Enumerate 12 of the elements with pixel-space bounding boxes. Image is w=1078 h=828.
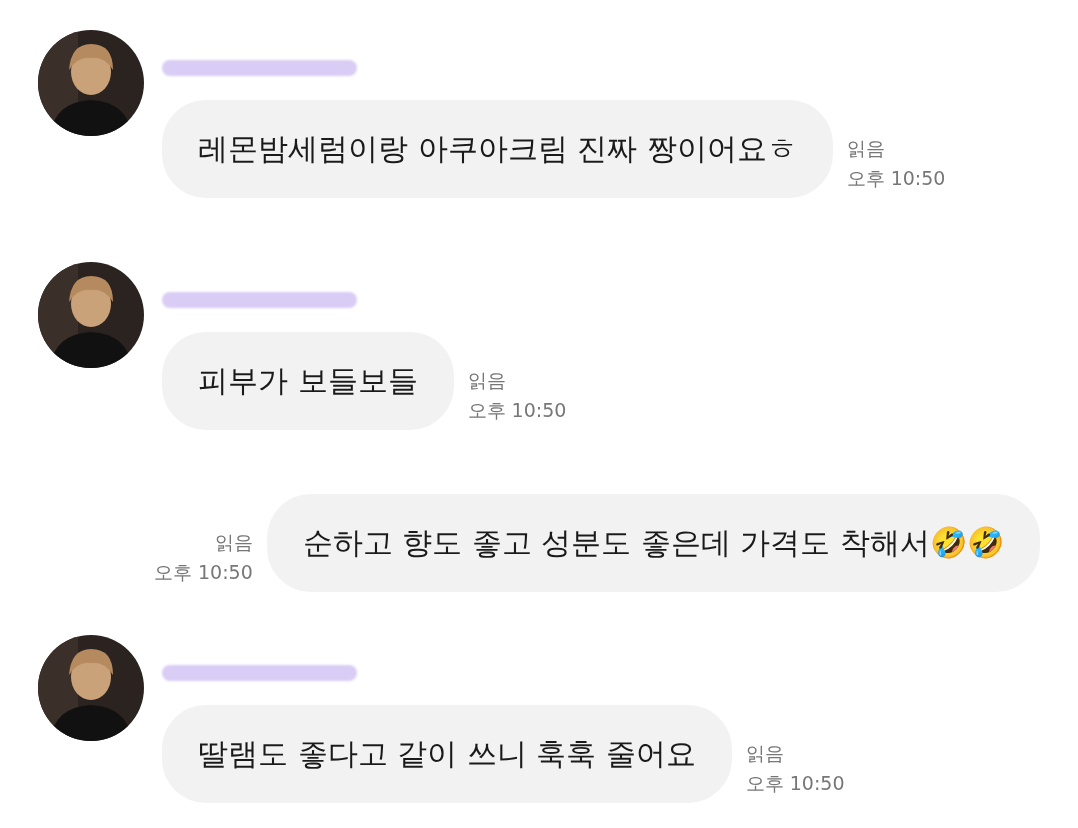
- message-time: 오후 10:50: [154, 560, 253, 585]
- message-bubble: 피부가 보들보들: [162, 332, 454, 430]
- message-time: 오후 10:50: [745, 771, 845, 796]
- read-receipt: 읽음: [214, 530, 253, 555]
- message-time: 오후 10:50: [846, 166, 946, 191]
- message-bubble: 딸램도 좋다고 같이 쓰니 훅훅 줄어요: [162, 705, 732, 803]
- read-receipt: 읽음: [467, 368, 506, 393]
- message-time: 오후 10:50: [467, 398, 567, 423]
- read-receipt: 읽음: [846, 136, 885, 161]
- message-bubble: 순하고 향도 좋고 성분도 좋은데 가격도 착해서🤣🤣: [266, 494, 1040, 592]
- read-receipt: 읽음: [745, 741, 784, 766]
- message-bubble: 레몬밤세럼이랑 아쿠아크림 진짜 짱이어요ㅎ: [162, 100, 833, 198]
